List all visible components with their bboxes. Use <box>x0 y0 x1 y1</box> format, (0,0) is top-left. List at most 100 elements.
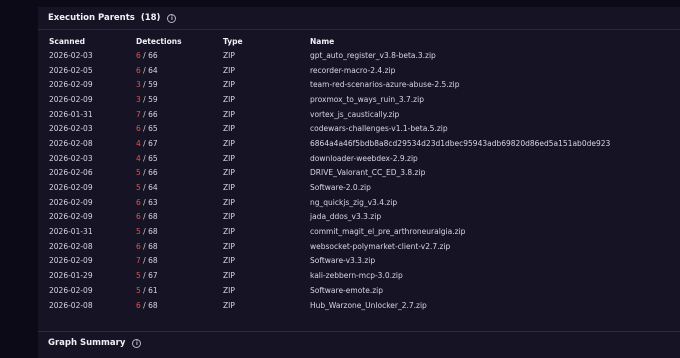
table-row[interactable]: 2026-02-09 3 / 59 ZIP team-red-scenarios-az… <box>49 77 680 92</box>
execution-parents-title: Execution Parents <box>48 13 135 23</box>
file-name-link[interactable]: gpt_auto_register_v3.8-beta.3.zip <box>310 48 680 63</box>
file-name-link[interactable]: 6864a4a46f5bdb8a8cd29534d23d1dbec95943ad… <box>310 136 680 151</box>
table-row[interactable]: 2026-02-05 6 / 64 ZIP recorder-macro-2.4.zi… <box>49 63 680 78</box>
detection-separator: / <box>143 80 146 90</box>
detection-separator: / <box>143 109 146 119</box>
file-name-link[interactable]: jada_ddos_v3.3.zip <box>310 210 680 225</box>
file-name-link[interactable]: vortex_js_caustically.zip <box>310 107 680 122</box>
table-row[interactable]: 2026-02-08 6 / 68 ZIP websocket-polymarket-… <box>49 239 680 254</box>
engine-total: 66 <box>148 109 158 119</box>
detection-ratio: 3 / 59 <box>136 77 223 92</box>
file-type: ZIP <box>223 271 235 281</box>
detection-ratio: 4 / 65 <box>136 151 223 166</box>
column-header-detections[interactable]: Detections <box>136 35 223 48</box>
table-row[interactable]: 2026-01-31 7 / 66 ZIP vortex_js_caustically… <box>49 107 680 122</box>
file-type: ZIP <box>223 168 235 178</box>
file-name-link[interactable]: commit_magit_el_pre_arthroneuralgia.zip <box>310 224 680 239</box>
file-name-link[interactable]: websocket-polymarket-client-v2.7.zip <box>310 239 680 254</box>
engine-total: 65 <box>148 153 158 163</box>
detection-ratio: 7 / 66 <box>136 107 223 122</box>
table-row[interactable]: 2026-02-09 6 / 63 ZIP ng_quickjs_zig_v3.4.z… <box>49 195 680 210</box>
execution-parents-count: (18) <box>140 13 161 23</box>
scanned-date: 2026-02-09 <box>49 197 93 207</box>
detection-separator: / <box>143 256 146 266</box>
engine-total: 68 <box>148 241 158 251</box>
file-name-link[interactable]: Software-2.0.zip <box>310 180 680 195</box>
engine-total: 67 <box>148 138 158 148</box>
scanned-date: 2026-02-08 <box>49 300 93 310</box>
table-row[interactable]: 2026-02-03 4 / 65 ZIP downloader-weebdex-2.… <box>49 151 680 166</box>
file-name-link[interactable]: ng_quickjs_zig_v3.4.zip <box>310 195 680 210</box>
detection-separator: / <box>143 168 146 178</box>
detection-separator: / <box>143 271 146 281</box>
detection-ratio: 5 / 66 <box>136 166 223 181</box>
detection-separator: / <box>143 300 146 310</box>
detection-separator: / <box>143 197 146 207</box>
file-type: ZIP <box>223 80 235 90</box>
scanned-date: 2026-02-09 <box>49 256 93 266</box>
scanned-date: 2026-02-09 <box>49 94 93 104</box>
engine-total: 61 <box>148 285 158 295</box>
table-row[interactable]: 2026-02-03 6 / 66 ZIP gpt_auto_register_v3.… <box>49 48 680 63</box>
table-row[interactable]: 2026-02-09 5 / 61 ZIP Software-emote.zip <box>49 283 680 298</box>
file-name-link[interactable]: Software-emote.zip <box>310 283 680 298</box>
scanned-date: 2026-02-09 <box>49 183 93 193</box>
table-row[interactable]: 2026-02-09 6 / 68 ZIP jada_ddos_v3.3.zip <box>49 210 680 225</box>
column-header-scanned[interactable]: Scanned <box>49 35 136 48</box>
detection-ratio: 6 / 66 <box>136 48 223 63</box>
file-name-link[interactable]: DRIVE_Valorant_CC_ED_3.8.zip <box>310 166 680 181</box>
graph-summary-title: Graph Summary <box>48 338 126 348</box>
file-name-link[interactable]: codewars-challenges-v1.1-beta.5.zip <box>310 121 680 136</box>
engine-total: 68 <box>148 227 158 237</box>
table-row[interactable]: 2026-01-31 5 / 68 ZIP commit_magit_el_pre_a… <box>49 224 680 239</box>
table-row[interactable]: 2026-02-08 4 / 67 ZIP 6864a4a46f5bdb8a8cd29… <box>49 136 680 151</box>
graph-summary-header[interactable]: Graph Summary i <box>38 332 680 354</box>
file-name-link[interactable]: team-red-scenarios-azure-abuse-2.5.zip <box>310 77 680 92</box>
table-row[interactable]: 2026-02-08 6 / 68 ZIP Hub_Warzone_Unlocker_… <box>49 298 680 313</box>
engine-total: 67 <box>148 271 158 281</box>
scanned-date: 2026-02-05 <box>49 65 93 75</box>
file-type: ZIP <box>223 197 235 207</box>
detection-ratio: 6 / 68 <box>136 298 223 313</box>
file-type: ZIP <box>223 138 235 148</box>
column-header-name[interactable]: Name <box>310 35 680 48</box>
table-row[interactable]: 2026-02-03 6 / 65 ZIP codewars-challenges-v… <box>49 121 680 136</box>
detection-separator: / <box>143 285 146 295</box>
detection-ratio: 5 / 61 <box>136 283 223 298</box>
table-row[interactable]: 2026-01-29 5 / 67 ZIP kali-zebbern-mcp-3.0.… <box>49 268 680 283</box>
scanned-date: 2026-02-09 <box>49 212 93 222</box>
detection-ratio: 3 / 59 <box>136 92 223 107</box>
file-name-link[interactable]: downloader-weebdex-2.9.zip <box>310 151 680 166</box>
file-type: ZIP <box>223 227 235 237</box>
file-name-link[interactable]: Software-v3.3.zip <box>310 254 680 269</box>
detection-separator: / <box>143 138 146 148</box>
file-name-link[interactable]: proxmox_to_ways_ruin_3.7.zip <box>310 92 680 107</box>
file-type: ZIP <box>223 124 235 134</box>
detection-separator: / <box>143 227 146 237</box>
engine-total: 66 <box>148 168 158 178</box>
file-type: ZIP <box>223 153 235 163</box>
info-icon[interactable]: i <box>132 338 142 348</box>
scanned-date: 2026-02-06 <box>49 168 93 178</box>
detection-separator: / <box>143 50 146 60</box>
execution-parents-header: Execution Parents (18) i <box>38 7 680 29</box>
file-name-link[interactable]: recorder-macro-2.4.zip <box>310 63 680 78</box>
table-row[interactable]: 2026-02-06 5 / 66 ZIP DRIVE_Valorant_CC_ED_… <box>49 166 680 181</box>
file-type: ZIP <box>223 65 235 75</box>
table-row[interactable]: 2026-02-09 5 / 64 ZIP Software-2.0.zip <box>49 180 680 195</box>
file-type: ZIP <box>223 285 235 295</box>
file-type: ZIP <box>223 109 235 119</box>
scanned-date: 2026-01-31 <box>49 227 93 237</box>
table-row[interactable]: 2026-02-09 3 / 59 ZIP proxmox_to_ways_ruin_… <box>49 92 680 107</box>
detection-ratio: 7 / 68 <box>136 254 223 269</box>
detection-separator: / <box>143 94 146 104</box>
file-name-link[interactable]: Hub_Warzone_Unlocker_2.7.zip <box>310 298 680 313</box>
engine-total: 59 <box>148 80 158 90</box>
engine-total: 65 <box>148 124 158 134</box>
file-name-link[interactable]: kali-zebbern-mcp-3.0.zip <box>310 268 680 283</box>
header-divider <box>38 29 680 30</box>
detection-ratio: 5 / 67 <box>136 268 223 283</box>
info-icon[interactable]: i <box>167 13 177 23</box>
table-row[interactable]: 2026-02-09 7 / 68 ZIP Software-v3.3.zip <box>49 254 680 269</box>
column-header-type[interactable]: Type <box>223 35 310 48</box>
